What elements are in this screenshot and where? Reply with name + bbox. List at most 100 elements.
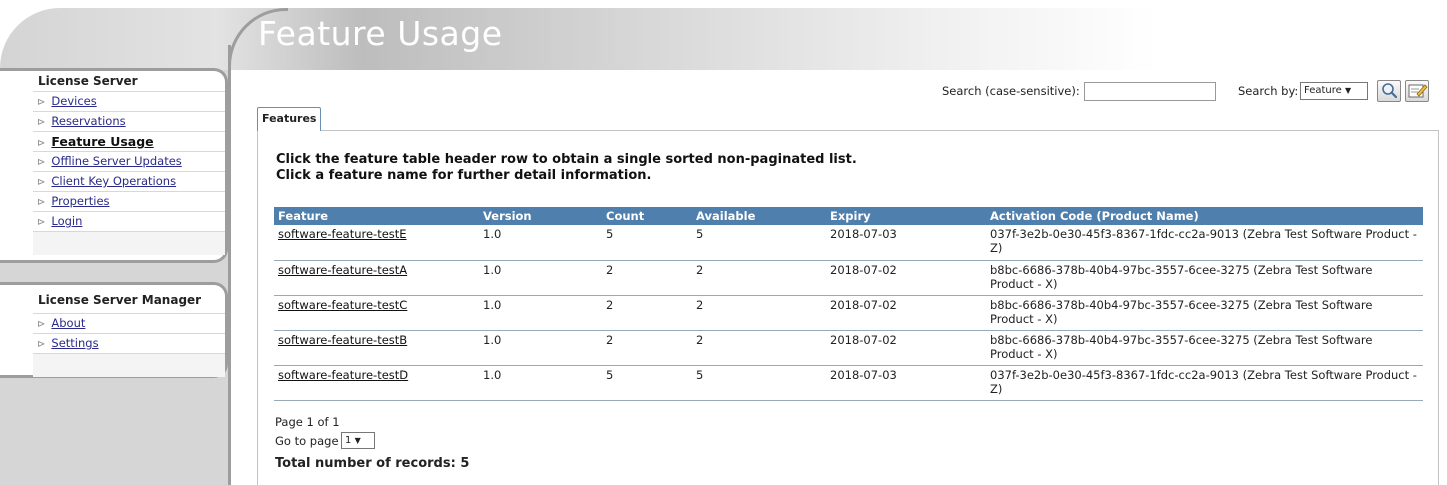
nav-link-client-key-operations[interactable]: Client Key Operations xyxy=(51,174,176,188)
page-title: Feature Usage xyxy=(258,14,503,53)
feature-link[interactable]: software-feature-testB xyxy=(278,333,407,347)
count-cell: 2 xyxy=(602,330,692,366)
nav-item-settings[interactable]: ⊳ Settings xyxy=(33,333,225,353)
expiry-cell: 2018-07-02 xyxy=(826,295,986,331)
activation-code-cell: 037f-3e2b-0e30-45f3-8367-1fdc-cc2a-9013 … xyxy=(986,365,1423,401)
feature-link[interactable]: software-feature-testD xyxy=(278,368,408,382)
column-header-expiry[interactable]: Expiry xyxy=(826,207,986,225)
expiry-cell: 2018-07-03 xyxy=(826,365,986,401)
nav-item-login[interactable]: ⊳ Login xyxy=(33,211,225,231)
available-cell: 5 xyxy=(692,365,826,401)
version-cell: 1.0 xyxy=(479,260,602,296)
expiry-cell: 2018-07-03 xyxy=(826,225,986,261)
count-cell: 5 xyxy=(602,225,692,261)
column-header-activation-code[interactable]: Activation Code (Product Name) xyxy=(986,207,1423,225)
available-cell: 2 xyxy=(692,330,826,366)
chevron-right-icon: ⊳ xyxy=(37,177,46,188)
edit-note-icon xyxy=(1408,84,1428,98)
search-by-select[interactable]: Feature ▼ xyxy=(1300,82,1368,100)
table-row: software-feature-testD 1.0 5 5 2018-07-0… xyxy=(274,365,1423,401)
nav-item-client-key-operations[interactable]: ⊳ Client Key Operations xyxy=(33,171,225,191)
goto-page-select[interactable]: 1 ▼ xyxy=(341,432,375,449)
nav-item-about[interactable]: ⊳ About xyxy=(33,313,225,333)
chevron-right-icon: ⊳ xyxy=(37,339,46,350)
expiry-cell: 2018-07-02 xyxy=(826,330,986,366)
chevron-right-icon: ⊳ xyxy=(37,97,46,108)
feature-cell: software-feature-testA xyxy=(274,260,479,296)
column-header-count[interactable]: Count xyxy=(602,207,692,225)
feature-link[interactable]: software-feature-testA xyxy=(278,263,407,277)
chevron-right-icon: ⊳ xyxy=(37,217,46,228)
goto-page-value: 1 xyxy=(345,435,352,446)
available-cell: 5 xyxy=(692,225,826,261)
table-row: software-feature-testE 1.0 5 5 2018-07-0… xyxy=(274,225,1423,261)
vertical-separator xyxy=(228,45,231,485)
nav-link-devices[interactable]: Devices xyxy=(51,94,96,108)
search-button[interactable] xyxy=(1377,80,1401,102)
version-cell: 1.0 xyxy=(479,365,602,401)
chevron-right-icon: ⊳ xyxy=(37,197,46,208)
total-records: Total number of records: 5 xyxy=(275,456,470,471)
chevron-right-icon: ⊳ xyxy=(37,319,46,330)
activation-code-cell: b8bc-6686-378b-40b4-97bc-3557-6cee-3275 … xyxy=(986,295,1423,331)
feature-table: Feature Version Count Available Expiry A… xyxy=(274,207,1423,401)
available-cell: 2 xyxy=(692,260,826,296)
table-header-row[interactable]: Feature Version Count Available Expiry A… xyxy=(274,207,1423,225)
search-label: Search (case-sensitive): xyxy=(942,84,1080,98)
column-header-version[interactable]: Version xyxy=(479,207,602,225)
license-server-nav: License Server ⊳ Devices ⊳ Reservations ⊳ F… xyxy=(0,68,228,263)
count-cell: 2 xyxy=(602,295,692,331)
feature-cell: software-feature-testB xyxy=(274,330,479,366)
nav-link-login[interactable]: Login xyxy=(51,214,82,228)
version-cell: 1.0 xyxy=(479,225,602,261)
activation-code-cell: 037f-3e2b-0e30-45f3-8367-1fdc-cc2a-9013 … xyxy=(986,225,1423,261)
count-cell: 2 xyxy=(602,260,692,296)
chevron-right-icon: ⊳ xyxy=(37,157,46,168)
nav-filler xyxy=(33,353,225,377)
chevron-right-icon: ⊳ xyxy=(37,117,46,128)
nav-item-devices[interactable]: ⊳ Devices xyxy=(33,91,225,111)
nav-link-reservations[interactable]: Reservations xyxy=(51,114,125,128)
tab-features[interactable]: Features xyxy=(257,107,321,131)
dropdown-arrow-icon: ▼ xyxy=(1344,86,1352,95)
search-by-label: Search by: xyxy=(1238,84,1299,98)
column-header-feature[interactable]: Feature xyxy=(274,207,479,225)
instructions: Click the feature table header row to ob… xyxy=(276,152,857,184)
feature-cell: software-feature-testD xyxy=(274,365,479,401)
nav-item-properties[interactable]: ⊳ Properties xyxy=(33,191,225,211)
feature-cell: software-feature-testC xyxy=(274,295,479,331)
goto-page-label: Go to page xyxy=(275,434,339,448)
instruction-line-2: Click a feature name for further detail … xyxy=(276,168,652,183)
chevron-right-icon: ⊳ xyxy=(37,138,46,149)
license-server-nav-title: License Server xyxy=(38,74,138,88)
expiry-cell: 2018-07-02 xyxy=(826,260,986,296)
nav-item-feature-usage[interactable]: ⊳ Feature Usage xyxy=(33,131,225,151)
dropdown-arrow-icon: ▼ xyxy=(354,436,361,445)
nav-item-offline-server-updates[interactable]: ⊳ Offline Server Updates xyxy=(33,151,225,171)
activation-code-cell: b8bc-6686-378b-40b4-97bc-3557-6cee-3275 … xyxy=(986,330,1423,366)
search-by-value: Feature xyxy=(1304,85,1342,96)
nav-link-properties[interactable]: Properties xyxy=(51,194,109,208)
feature-link[interactable]: software-feature-testC xyxy=(278,298,407,312)
feature-link[interactable]: software-feature-testE xyxy=(278,227,407,241)
search-input[interactable] xyxy=(1084,82,1216,101)
instruction-line-1: Click the feature table header row to ob… xyxy=(276,152,857,167)
magnifier-icon xyxy=(1382,83,1398,99)
nav-link-settings[interactable]: Settings xyxy=(51,336,98,350)
nav-link-offline-server-updates[interactable]: Offline Server Updates xyxy=(51,154,181,168)
nav-filler xyxy=(33,231,225,255)
available-cell: 2 xyxy=(692,295,826,331)
edit-button[interactable] xyxy=(1405,80,1429,102)
table-row: software-feature-testC 1.0 2 2 2018-07-0… xyxy=(274,295,1423,331)
column-header-available[interactable]: Available xyxy=(692,207,826,225)
version-cell: 1.0 xyxy=(479,330,602,366)
nav-item-reservations[interactable]: ⊳ Reservations xyxy=(33,111,225,131)
version-cell: 1.0 xyxy=(479,295,602,331)
nav-link-feature-usage[interactable]: Feature Usage xyxy=(51,134,153,149)
page-banner xyxy=(0,8,1447,70)
activation-code-cell: b8bc-6686-378b-40b4-97bc-3557-6cee-3275 … xyxy=(986,260,1423,296)
nav-link-about[interactable]: About xyxy=(51,316,85,330)
page-info: Page 1 of 1 xyxy=(275,415,340,429)
table-row: software-feature-testA 1.0 2 2 2018-07-0… xyxy=(274,260,1423,296)
table-row: software-feature-testB 1.0 2 2 2018-07-0… xyxy=(274,330,1423,366)
